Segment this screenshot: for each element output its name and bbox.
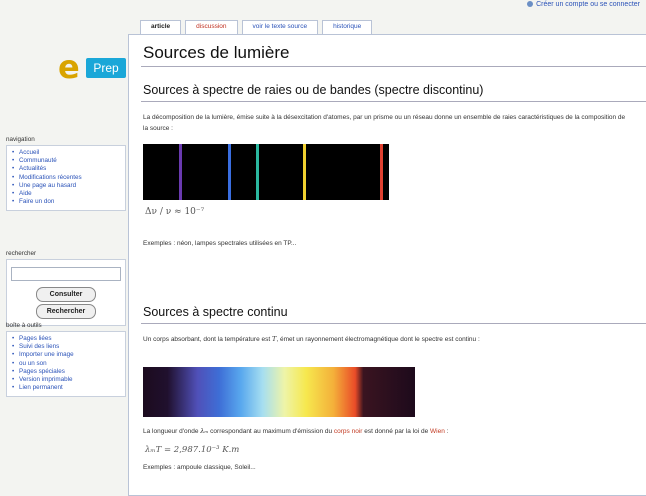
sidebar-item-aide[interactable]: Aide bbox=[11, 190, 121, 198]
toolbox-item-special-pages[interactable]: Pages spéciales bbox=[11, 368, 121, 376]
spectral-line-yellow bbox=[303, 144, 306, 200]
page-title: Sources de lumière bbox=[143, 43, 290, 62]
tab-view-source[interactable]: voir le texte source bbox=[241, 20, 319, 34]
sidebar-search: rechercher Consulter Rechercher bbox=[6, 250, 126, 326]
sidebar-item-don[interactable]: Faire un don bbox=[11, 198, 121, 206]
corps-noir-link[interactable]: corps noir bbox=[334, 428, 363, 435]
sidebar-toolbox: boîte à outils Pages liées Suivi des lie… bbox=[6, 322, 126, 398]
sidebar-navigation: navigation Accueil Communauté Actualités… bbox=[6, 136, 126, 212]
consult-button[interactable]: Consulter bbox=[36, 287, 96, 302]
section2-text: Un corps absorbant, dont la température … bbox=[143, 335, 480, 343]
tab-history[interactable]: historique bbox=[322, 20, 373, 34]
spectral-line-violet bbox=[179, 144, 182, 200]
wien-text: La longueur d'onde λₘ correspondant au m… bbox=[143, 427, 449, 435]
toolbox-item-upload[interactable]: Importer une image bbox=[11, 351, 121, 359]
logo-word: Prep bbox=[86, 58, 126, 78]
user-icon bbox=[527, 1, 534, 8]
sidebar-item-modifications[interactable]: Modifications récentes bbox=[11, 174, 121, 182]
sidebar-item-communaute[interactable]: Communauté bbox=[11, 157, 121, 165]
tab-discussion[interactable]: discussion bbox=[185, 20, 238, 34]
section1-examples: Exemples : néon, lampes spectrales utili… bbox=[143, 240, 297, 247]
toolbox-heading: boîte à outils bbox=[6, 322, 42, 329]
site-logo[interactable]: e Prep bbox=[58, 48, 138, 86]
tab-article[interactable]: article bbox=[140, 20, 182, 34]
spectral-line-red bbox=[380, 144, 383, 200]
search-heading: rechercher bbox=[6, 250, 37, 257]
page-tabs: article discussion voir le texte source … bbox=[140, 20, 373, 34]
section2-divider bbox=[141, 323, 646, 324]
sidebar-item-accueil[interactable]: Accueil bbox=[11, 149, 121, 157]
toolbox-item-printable[interactable]: Version imprimable bbox=[11, 376, 121, 384]
title-divider bbox=[141, 66, 646, 67]
section1-text: La décomposition de la lumière, émise su… bbox=[143, 114, 626, 132]
search-input[interactable] bbox=[11, 267, 121, 281]
toolbox-panel: Pages liées Suivi des liens Importer une… bbox=[6, 331, 126, 398]
wien-link[interactable]: Wien bbox=[430, 428, 445, 435]
section1-formula: Δν / ν ≈ 10⁻⁷ bbox=[145, 207, 205, 217]
toolbox-item-linked-pages[interactable]: Pages liées bbox=[11, 335, 121, 343]
sidebar-item-random-page[interactable]: Une page au hasard bbox=[11, 182, 121, 190]
section1-divider bbox=[141, 101, 646, 102]
section2-heading: Sources à spectre continu bbox=[143, 305, 288, 319]
logo-letter: e bbox=[58, 48, 80, 86]
navigation-panel: Accueil Communauté Actualités Modificati… bbox=[6, 145, 126, 212]
toolbox-item-permalink[interactable]: Lien permanent bbox=[11, 384, 121, 392]
toolbox-item-related-changes[interactable]: Suivi des liens bbox=[11, 343, 121, 351]
section1-heading: Sources à spectre de raies ou de bandes … bbox=[143, 83, 484, 97]
line-spectrum-image bbox=[143, 144, 389, 200]
wien-formula: λₘT = 2,987.10⁻³ K.m bbox=[145, 445, 240, 455]
sidebar-item-actualites[interactable]: Actualités bbox=[11, 165, 121, 173]
section2-examples: Exemples : ampoule classique, Soleil... bbox=[143, 464, 256, 471]
search-button[interactable]: Rechercher bbox=[36, 304, 96, 319]
spectral-line-blue bbox=[228, 144, 231, 200]
navigation-heading: navigation bbox=[6, 136, 35, 143]
personal-login-link[interactable]: Créer un compte ou se connecter bbox=[527, 1, 640, 8]
search-panel: Consulter Rechercher bbox=[6, 259, 126, 326]
toolbox-item-upload-cont[interactable]: ou un son bbox=[11, 360, 121, 368]
spectral-line-cyan bbox=[256, 144, 259, 200]
main-content: Sources de lumière Sources à spectre de … bbox=[128, 34, 646, 496]
continuous-spectrum-image bbox=[143, 367, 415, 417]
